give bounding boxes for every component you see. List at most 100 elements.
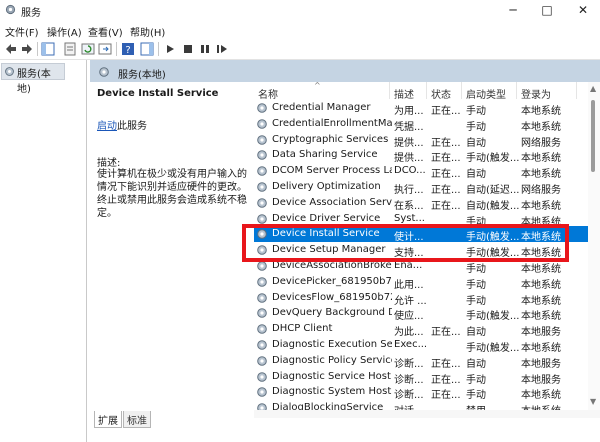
highlight-annotation-box bbox=[242, 224, 569, 262]
scroll-down-icon[interactable]: ▼ bbox=[590, 397, 596, 406]
cell-log-on-as: 本地系统 bbox=[521, 402, 581, 410]
cell-name: Diagnostic Execution Ser... bbox=[272, 339, 392, 350]
cell-status bbox=[431, 118, 465, 131]
back-arrow-icon[interactable] bbox=[4, 42, 18, 56]
cell-name: Cryptographic Services bbox=[272, 133, 389, 145]
column-header-label: 登录为 bbox=[521, 90, 551, 99]
cell-status: 正在... bbox=[431, 374, 461, 384]
cell-description: 提供... bbox=[394, 153, 424, 163]
cell-name: Diagnostic System Host bbox=[272, 386, 392, 398]
column-header-description[interactable]: 描述 bbox=[390, 82, 427, 99]
horizontal-scrollbar[interactable] bbox=[254, 410, 600, 418]
table-row[interactable]: CredentialEnrollmentMan...凭据... 手动 本地系统 bbox=[254, 116, 600, 132]
vertical-scrollbar[interactable]: ▲ ▼ bbox=[588, 82, 600, 410]
restart-service-icon[interactable] bbox=[215, 42, 229, 56]
table-row[interactable]: Device Association Service在系... 正在... 自动(触… bbox=[254, 195, 600, 211]
menu-view[interactable]: 查看(V) bbox=[88, 24, 123, 39]
tab-extended[interactable]: 扩展 bbox=[94, 411, 122, 428]
cell-startup-type: 自动 bbox=[466, 169, 486, 179]
stop-service-icon[interactable] bbox=[181, 42, 195, 56]
pause-service-icon[interactable] bbox=[198, 42, 212, 56]
service-gear-icon bbox=[257, 150, 267, 161]
menu-help[interactable]: 帮助(H) bbox=[130, 24, 165, 39]
column-header-log-on-as[interactable]: 登录为 bbox=[517, 82, 577, 99]
cell-startup-type: 自动 bbox=[466, 327, 486, 337]
help-icon[interactable]: ? bbox=[121, 42, 135, 56]
table-row[interactable]: DevQuery Background D...使应... 手动(触发...本地系… bbox=[254, 305, 600, 321]
table-row[interactable]: DevicePicker_681950b72 此用... 手动 本地系统 bbox=[254, 274, 600, 290]
close-button[interactable]: ✕ bbox=[566, 0, 600, 20]
service-gear-icon bbox=[257, 118, 267, 129]
cell-description: 对话... bbox=[394, 402, 428, 410]
cell-status: 正在... bbox=[431, 390, 461, 400]
service-gear-icon bbox=[257, 324, 267, 334]
column-header-startup-type[interactable]: 启动类型 bbox=[462, 82, 517, 99]
cell-startup-type: 自动(延迟... bbox=[466, 185, 520, 194]
start-service-line: 启动此服务 bbox=[97, 117, 147, 132]
cell-name: Device Association Service bbox=[272, 196, 392, 208]
service-gear-icon bbox=[257, 371, 267, 382]
table-row[interactable]: Diagnostic System Host 诊断... 正在... 手动 本地系统 bbox=[254, 384, 600, 400]
tree-item-local-services[interactable]: 服务(本地) bbox=[1, 63, 65, 95]
cell-status: 正在... bbox=[431, 358, 461, 368]
cell-description: 允许 ... bbox=[394, 295, 427, 305]
maximize-button[interactable]: □ bbox=[530, 0, 564, 20]
cell-log-on-as: 本地系统 bbox=[521, 200, 561, 210]
minimize-button[interactable]: ─ bbox=[496, 0, 530, 20]
cell-name: Diagnostic Service Host bbox=[272, 370, 391, 382]
cell-startup-type: 手动(触发... bbox=[466, 153, 520, 163]
export-list-icon[interactable] bbox=[98, 42, 112, 56]
cell-name: Data Sharing Service bbox=[272, 149, 378, 161]
show-console-tree-icon[interactable] bbox=[41, 42, 55, 56]
table-row[interactable]: DialogBlockingService 对话... 禁用本地系统 bbox=[254, 400, 600, 410]
start-service-link[interactable]: 启动 bbox=[97, 121, 117, 132]
table-row[interactable]: DevicesFlow_681950b72 允许 ... 手动 本地系统 bbox=[254, 290, 600, 306]
cell-startup-type: 手动 bbox=[466, 121, 486, 131]
cell-startup-type: 手动(触发... bbox=[466, 311, 520, 321]
table-row[interactable]: Data Sharing Service 提供... 正在... 手动(触发... 本地… bbox=[254, 147, 600, 163]
cell-description: DCO... bbox=[394, 165, 426, 177]
cell-description: 提供... bbox=[394, 137, 424, 147]
scrollbar-thumb[interactable] bbox=[591, 100, 595, 172]
table-row[interactable]: DCOM Server Process La... DCO... 正在... 自动 本地… bbox=[254, 163, 600, 179]
cell-log-on-as: 网络服务 bbox=[521, 137, 561, 147]
column-header-name[interactable]: ^ 名称 bbox=[254, 82, 390, 99]
table-row[interactable]: Diagnostic Execution Ser...Exec... 手动(触发.… bbox=[254, 337, 600, 353]
tab-standard[interactable]: 标准 bbox=[123, 411, 151, 428]
forward-arrow-icon[interactable] bbox=[20, 42, 34, 56]
table-row[interactable]: Delivery Optimization 执行... 正在... 自动(延迟... 网… bbox=[254, 179, 600, 195]
cell-description: 凭据... bbox=[394, 121, 424, 131]
table-row[interactable]: Diagnostic Policy Service 诊断... 正在... 自动 本地服… bbox=[254, 353, 600, 369]
service-gear-icon bbox=[257, 355, 267, 366]
cell-description: 为用... bbox=[394, 106, 424, 115]
service-gear-icon bbox=[257, 166, 267, 176]
tree-item-label: 服务(本地) bbox=[17, 69, 51, 95]
cell-startup-type: 手动(触发... bbox=[466, 343, 520, 352]
cell-status: 正在... bbox=[431, 185, 461, 194]
cell-status bbox=[431, 292, 465, 305]
cell-name: Diagnostic Policy Service bbox=[272, 354, 392, 366]
table-row[interactable]: Credential Manager 为用... 正在... 手动 本地系统 bbox=[254, 100, 600, 116]
cell-log-on-as: 本地系统 bbox=[521, 121, 561, 131]
scroll-up-icon[interactable]: ▲ bbox=[590, 84, 596, 93]
properties-sheet-icon[interactable] bbox=[63, 42, 77, 56]
table-row[interactable]: Diagnostic Service Host 诊断... 正在... 手动 本地服务 bbox=[254, 369, 600, 385]
selected-service-title: Device Install Service bbox=[97, 88, 219, 99]
cell-status bbox=[431, 402, 465, 410]
show-action-pane-icon[interactable] bbox=[140, 42, 154, 56]
menu-file[interactable]: 文件(F) bbox=[5, 24, 39, 39]
services-app-icon bbox=[5, 4, 16, 15]
table-row[interactable]: Cryptographic Services 提供... 正在... 自动 网络服务 bbox=[254, 132, 600, 148]
cell-name: DHCP Client bbox=[272, 323, 333, 335]
title-bar: 服务 ─ □ ✕ bbox=[0, 0, 600, 20]
cell-status bbox=[431, 276, 465, 289]
refresh-icon[interactable] bbox=[81, 42, 95, 56]
column-header-status[interactable]: 状态 bbox=[427, 82, 462, 99]
cell-log-on-as: 网络服务 bbox=[521, 185, 561, 194]
menu-action[interactable]: 操作(A) bbox=[47, 24, 82, 39]
cell-description: 诊断... bbox=[394, 358, 424, 368]
cell-log-on-as: 本地服务 bbox=[521, 327, 561, 337]
start-service-icon[interactable] bbox=[163, 42, 177, 56]
table-row[interactable]: DHCP Client 为此... 正在... 自动 本地服务 bbox=[254, 321, 600, 337]
service-gear-icon bbox=[257, 308, 267, 319]
